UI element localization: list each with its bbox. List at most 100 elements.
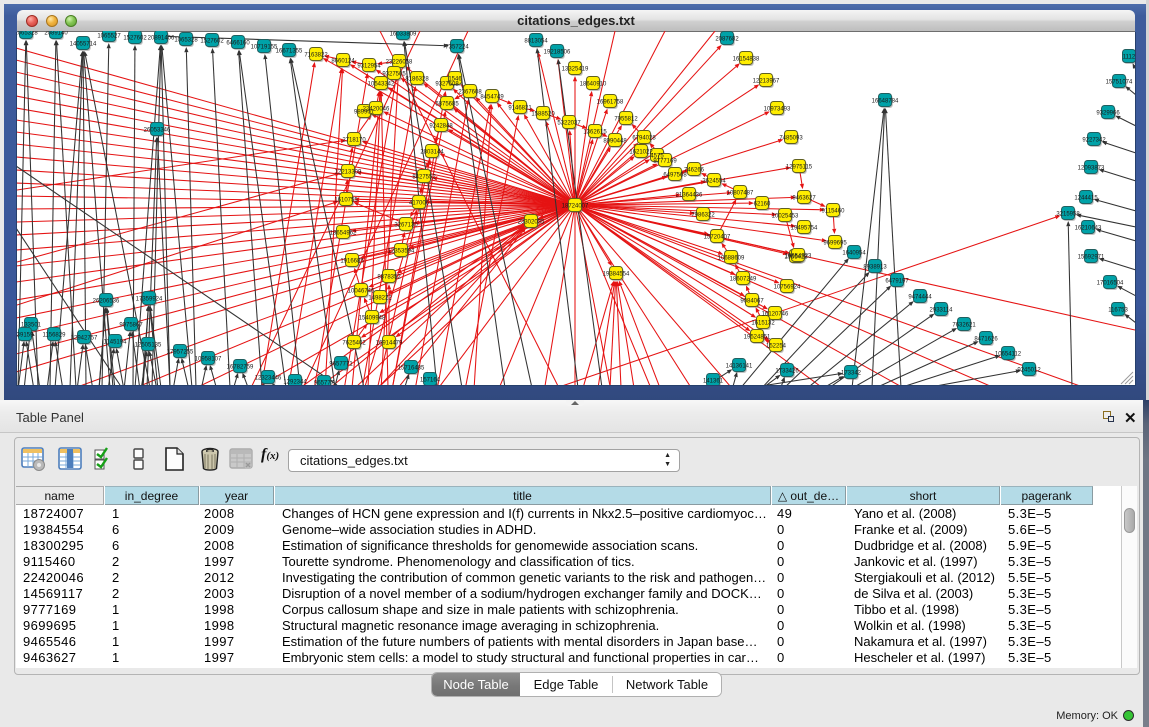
- svg-text:1546: 1546: [448, 76, 462, 82]
- svg-text:9115460: 9115460: [822, 208, 846, 214]
- svg-text:7357224: 7357224: [445, 44, 469, 50]
- svg-text:15720407: 15720407: [704, 234, 731, 240]
- svg-text:21364436: 21364436: [676, 192, 703, 198]
- svg-text:1610755: 1610755: [334, 197, 358, 203]
- svg-text:1362615: 1362615: [583, 129, 607, 135]
- svg-text:9329966: 9329966: [1096, 110, 1120, 116]
- svg-text:9327505: 9327505: [382, 71, 406, 77]
- svg-text:18607249: 18607249: [730, 276, 757, 282]
- svg-text:9777169: 9777169: [653, 158, 677, 164]
- svg-text:23226058: 23226058: [386, 59, 413, 65]
- svg-text:62160: 62160: [754, 201, 771, 207]
- svg-text:9463627: 9463627: [792, 195, 816, 201]
- svg-text:5875685: 5875685: [435, 101, 459, 107]
- svg-text:16154838: 16154838: [733, 56, 760, 62]
- svg-text:152254: 152254: [766, 343, 787, 349]
- svg-text:1065527: 1065527: [97, 33, 121, 39]
- svg-text:8427552: 8427552: [412, 174, 436, 180]
- svg-text:26053346: 26053346: [144, 127, 171, 133]
- svg-text:13325419: 13325419: [562, 66, 589, 72]
- svg-text:7485093: 7485093: [779, 135, 803, 141]
- svg-text:8813054: 8813054: [524, 38, 548, 44]
- svg-text:8660124: 8660124: [331, 58, 355, 64]
- svg-text:10807487: 10807487: [727, 190, 754, 196]
- svg-text:1292344: 1292344: [283, 379, 307, 385]
- svg-text:9242848: 9242848: [429, 123, 453, 129]
- svg-text:1640954: 1640954: [842, 250, 866, 256]
- svg-text:9084067: 9084067: [740, 298, 764, 304]
- svg-text:14136141: 14136141: [726, 363, 753, 369]
- svg-text:12323446: 12323446: [255, 375, 282, 381]
- svg-text:16914479: 16914479: [376, 340, 403, 346]
- svg-text:15692971: 15692971: [1078, 254, 1105, 260]
- svg-text:1733426: 1733426: [775, 368, 799, 374]
- svg-text:1527602: 1527602: [123, 35, 147, 41]
- svg-text:2718170: 2718170: [342, 137, 366, 143]
- svg-text:12213967: 12213967: [753, 78, 780, 84]
- svg-text:39159: 39159: [17, 332, 34, 338]
- svg-text:10973493: 10973493: [764, 106, 791, 112]
- svg-text:17016504: 17016504: [1097, 280, 1124, 286]
- svg-text:7632621: 7632621: [952, 322, 976, 328]
- svg-text:12942757: 12942757: [71, 335, 98, 341]
- svg-text:17359924: 17359924: [136, 296, 163, 302]
- svg-text:19218506: 19218506: [544, 49, 571, 55]
- svg-text:8938913: 8938913: [863, 264, 887, 270]
- svg-text:7955812: 7955812: [614, 116, 638, 122]
- svg-text:15716485: 15716485: [398, 365, 425, 371]
- svg-text:1527602: 1527602: [200, 38, 224, 44]
- svg-text:9146821: 9146821: [508, 105, 532, 111]
- svg-text:8454749: 8454749: [480, 94, 504, 100]
- svg-text:7163822: 7163822: [304, 52, 328, 58]
- svg-text:9657771: 9657771: [329, 361, 353, 367]
- svg-text:1156829: 1156829: [43, 332, 67, 338]
- svg-text:9699695: 9699695: [823, 240, 847, 246]
- svg-text:8990448: 8990448: [603, 138, 627, 144]
- svg-text:10025453: 10025453: [772, 213, 799, 219]
- svg-text:9975867: 9975867: [119, 322, 143, 328]
- svg-text:6466160: 6466160: [226, 40, 250, 46]
- svg-text:141361: 141361: [703, 378, 724, 384]
- svg-text:17957255: 17957255: [167, 349, 194, 355]
- svg-text:10719155: 10719155: [251, 44, 278, 50]
- svg-text:10046746: 10046746: [348, 288, 375, 294]
- svg-text:157164: 157164: [420, 377, 441, 383]
- svg-text:16671355: 16671355: [276, 48, 303, 54]
- svg-text:7625402: 7625402: [342, 340, 366, 346]
- svg-text:9245012: 9245012: [1017, 367, 1041, 373]
- svg-text:10543342: 10543342: [368, 81, 395, 87]
- svg-text:12093873: 12093873: [1078, 165, 1105, 171]
- svg-text:2803144: 2803144: [420, 149, 444, 155]
- svg-text:19654923: 19654923: [785, 253, 812, 259]
- svg-text:1145194: 1145194: [104, 339, 128, 345]
- svg-text:10958107: 10958107: [195, 356, 222, 362]
- svg-text:12213309: 12213309: [335, 169, 362, 175]
- svg-text:15409948: 15409948: [359, 315, 386, 321]
- svg-text:965777: 965777: [314, 380, 335, 385]
- svg-text:22420046: 22420046: [363, 106, 390, 112]
- svg-text:1112: 1112: [1123, 54, 1135, 60]
- svg-text:18724007: 18724007: [562, 203, 589, 209]
- svg-text:16782759: 16782759: [227, 364, 254, 370]
- svg-text:6794028: 6794028: [632, 135, 656, 141]
- svg-text:16033809: 16033809: [390, 31, 417, 37]
- svg-text:1065328: 1065328: [17, 31, 38, 36]
- svg-text:1916685: 1916685: [340, 258, 364, 264]
- svg-text:1244415: 1244415: [1074, 195, 1098, 201]
- svg-text:19495754: 19495754: [791, 225, 818, 231]
- svg-text:116753: 116753: [1108, 307, 1128, 313]
- svg-text:23302035: 23302035: [518, 219, 545, 225]
- svg-text:20891406: 20891406: [148, 35, 175, 41]
- svg-text:1065328: 1065328: [174, 37, 198, 43]
- svg-text:12353594: 12353594: [388, 248, 415, 254]
- svg-text:1615132: 1615132: [751, 320, 775, 326]
- svg-text:9474444: 9474444: [908, 294, 932, 300]
- svg-text:10756924: 10756924: [774, 284, 801, 290]
- svg-text:9312954: 9312954: [357, 63, 381, 69]
- svg-text:133501: 133501: [21, 322, 42, 328]
- svg-text:16648784: 16648784: [872, 98, 899, 104]
- svg-text:3624554: 3624554: [702, 178, 726, 184]
- svg-text:18640910: 18640910: [580, 81, 607, 87]
- svg-text:16210643: 16210643: [1075, 225, 1102, 231]
- svg-text:8471626: 8471626: [974, 336, 998, 342]
